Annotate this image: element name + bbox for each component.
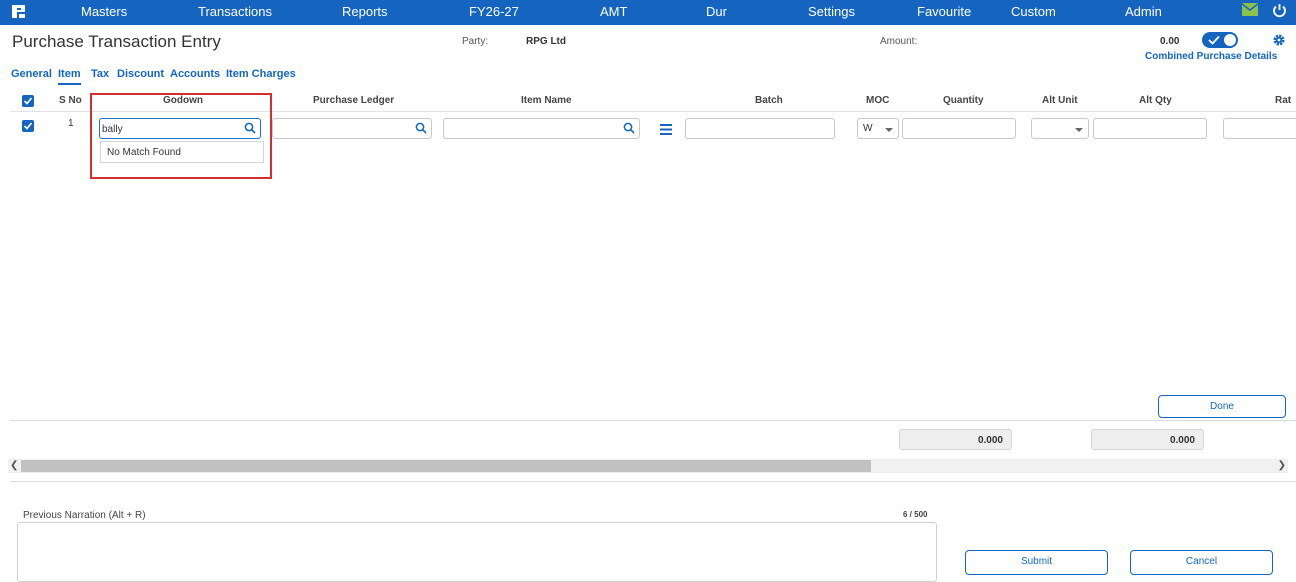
purchase-ledger-input[interactable]	[272, 118, 432, 139]
page-title: Purchase Transaction Entry	[12, 32, 221, 51]
mail-icon[interactable]	[1242, 3, 1258, 16]
amount-label: Amount:	[880, 36, 918, 47]
scrollbar-thumb[interactable]	[21, 460, 871, 472]
nav-settings[interactable]: Settings	[808, 4, 855, 19]
horizontal-scrollbar[interactable]: ❮ ❯	[8, 459, 1288, 473]
tab-accounts[interactable]: Accounts	[170, 68, 220, 80]
col-alt-qty: Alt Qty	[1139, 95, 1172, 106]
nav-custom[interactable]: Custom	[1011, 4, 1056, 19]
col-s-no: S No	[59, 95, 82, 106]
divider	[10, 481, 1296, 482]
narration-label: Previous Narration (Alt + R)	[23, 510, 146, 521]
narration-counter: 6 / 500	[903, 510, 928, 519]
cancel-button[interactable]: Cancel	[1130, 550, 1273, 575]
tab-discount[interactable]: Discount	[117, 68, 164, 80]
toggle-knob	[1224, 34, 1236, 46]
tab-tax[interactable]: Tax	[91, 68, 109, 80]
nav-dur[interactable]: Dur	[706, 4, 727, 19]
narration-textarea[interactable]	[17, 522, 937, 582]
col-batch: Batch	[755, 95, 783, 106]
chevron-down-icon	[885, 128, 893, 132]
party-label: Party:	[462, 36, 489, 47]
combined-toggle[interactable]	[1202, 32, 1238, 48]
amount-value: 0.00	[1160, 36, 1180, 47]
combined-purchase-details-link[interactable]: Combined Purchase Details	[1145, 51, 1277, 62]
chevron-down-icon	[1075, 128, 1083, 132]
nav-favourite[interactable]: Favourite	[917, 4, 971, 19]
alt-qty-total: 0.000	[1091, 429, 1204, 450]
search-icon[interactable]	[415, 122, 427, 134]
col-moc: MOC	[866, 95, 890, 106]
row-s-no: 1	[68, 118, 74, 129]
tab-general[interactable]: General	[11, 68, 52, 80]
party-value: RPG Ltd	[526, 36, 566, 47]
tab-item-charges[interactable]: Item Charges	[226, 68, 296, 80]
menu-list-icon[interactable]	[660, 124, 672, 135]
select-all-checkbox[interactable]	[22, 95, 34, 107]
submit-button[interactable]: Submit	[965, 550, 1108, 575]
batch-input[interactable]	[685, 118, 835, 139]
check-icon	[1208, 35, 1220, 45]
col-alt-unit: Alt Unit	[1042, 95, 1078, 106]
col-rate: Rat	[1275, 95, 1292, 106]
check-icon	[23, 97, 33, 105]
nav-transactions[interactable]: Transactions	[198, 4, 272, 19]
nav-amt[interactable]: AMT	[600, 4, 627, 19]
search-icon[interactable]	[623, 122, 635, 134]
alt-qty-input[interactable]	[1093, 118, 1207, 139]
col-quantity: Quantity	[943, 95, 984, 106]
rate-input[interactable]	[1223, 118, 1296, 139]
power-icon[interactable]	[1272, 3, 1287, 18]
alt-unit-select[interactable]	[1031, 118, 1089, 139]
moc-value: W	[863, 123, 873, 134]
item-name-input[interactable]	[443, 118, 640, 139]
moc-select[interactable]: W	[857, 118, 899, 139]
col-item-name: Item Name	[521, 95, 572, 106]
done-button[interactable]: Done	[1158, 395, 1286, 418]
check-icon	[23, 122, 33, 130]
nav-admin[interactable]: Admin	[1125, 4, 1162, 19]
scroll-right-icon[interactable]: ❯	[1278, 460, 1286, 471]
nav-masters[interactable]: Masters	[81, 4, 127, 19]
nav-reports[interactable]: Reports	[342, 4, 388, 19]
divider	[10, 420, 1296, 421]
scroll-left-icon[interactable]: ❮	[10, 460, 18, 471]
row-checkbox[interactable]	[22, 120, 34, 132]
quantity-input[interactable]	[902, 118, 1016, 139]
tab-item[interactable]: Item	[58, 68, 81, 85]
col-purchase-ledger: Purchase Ledger	[313, 95, 395, 106]
godown-highlight-box	[90, 93, 272, 179]
nav-financial-year[interactable]: FY26-27	[469, 4, 519, 19]
gear-icon[interactable]	[1272, 33, 1286, 47]
quantity-total: 0.000	[899, 429, 1012, 450]
app-logo[interactable]	[10, 3, 28, 21]
top-nav-bar: Masters Transactions Reports FY26-27 AMT…	[0, 0, 1296, 25]
